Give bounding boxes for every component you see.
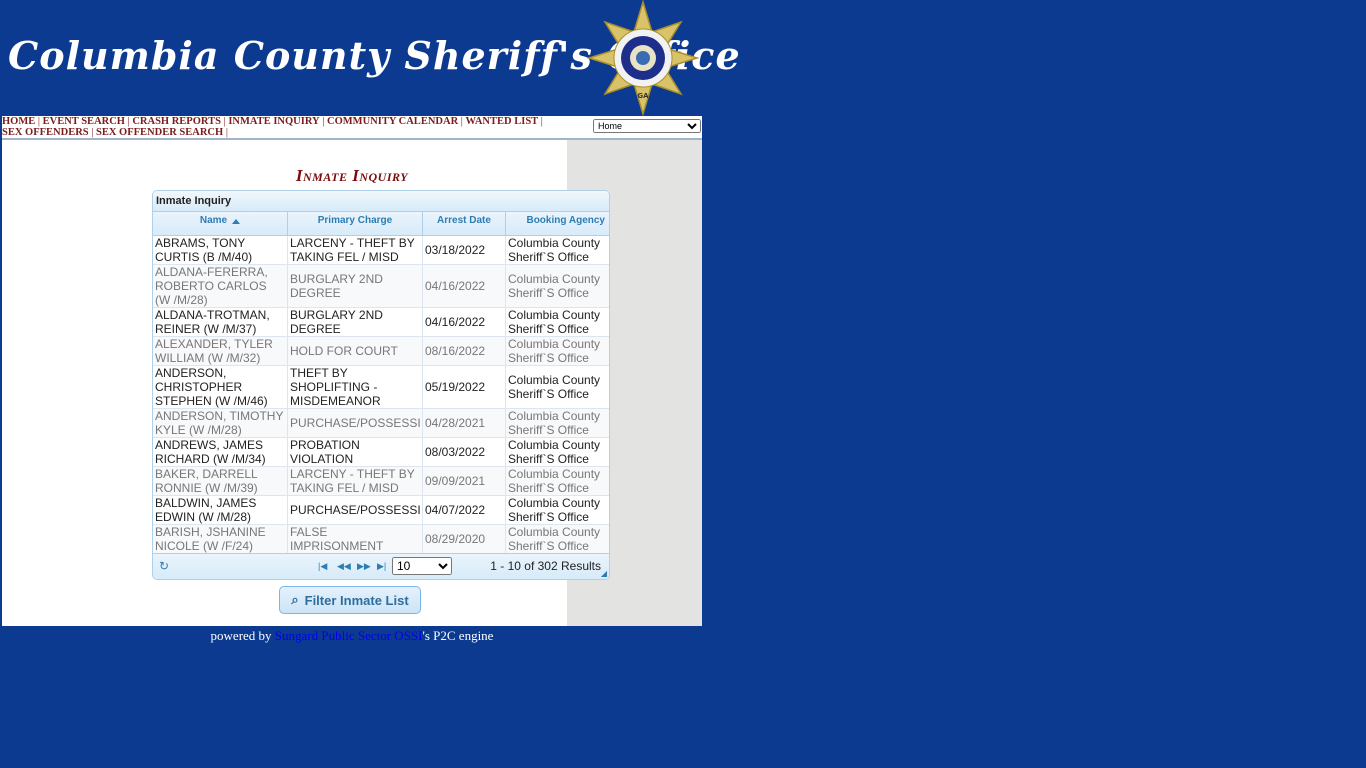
cell-agency: Columbia County Sheriff`S Office xyxy=(508,373,601,401)
nav-links: HOME | EVENT SEARCH | CRASH REPORTS | IN… xyxy=(2,116,543,138)
nav-bar: HOME | EVENT SEARCH | CRASH REPORTS | IN… xyxy=(2,116,702,140)
footer-vendor-link[interactable]: Sungard Public Sector OSSI xyxy=(275,628,423,643)
nav-link-inmate-inquiry[interactable]: INMATE INQUIRY xyxy=(228,116,319,127)
grid-body: ABRAMS, TONY CURTIS (B /M/40) LARCENY - … xyxy=(153,236,609,554)
cell-arrest-date: 04/28/2021 xyxy=(423,409,506,437)
cell-name: ABRAMS, TONY CURTIS (B /M/40) xyxy=(153,236,288,264)
footer: powered by Sungard Public Sector OSSI's … xyxy=(2,628,702,644)
cell-name: ALEXANDER, TYLER WILLIAM (W /M/32) xyxy=(153,337,288,365)
cell-charge: PURCHASE/POSSESSI xyxy=(288,409,423,437)
cell-agency: Columbia County Sheriff`S Office xyxy=(508,496,601,524)
cell-charge: THEFT BY SHOPLIFTING - MISDEMEANOR xyxy=(288,366,423,408)
cell-name: ANDERSON, CHRISTOPHER STEPHEN (W /M/46) xyxy=(153,366,288,408)
table-row[interactable]: ANDERSON, CHRISTOPHER STEPHEN (W /M/46) … xyxy=(153,366,609,409)
filter-button-label: Filter Inmate List xyxy=(304,592,409,608)
cell-arrest-date: 04/07/2022 xyxy=(423,496,506,524)
column-header-label: Arrest Date xyxy=(437,215,491,226)
cell-charge: BURGLARY 2ND DEGREE xyxy=(288,308,423,336)
cell-arrest-date: 05/19/2022 xyxy=(423,366,506,408)
nav-link-sex-offender-search[interactable]: SEX OFFENDER SEARCH xyxy=(96,127,223,138)
cell-charge: LARCENY - THEFT BY TAKING FEL / MISD xyxy=(288,467,423,495)
grid-caption: Inmate Inquiry xyxy=(153,191,609,212)
previous-page-icon[interactable]: ◀◀ xyxy=(337,561,351,572)
cell-agency: Columbia County Sheriff`S Office xyxy=(508,236,601,264)
cell-agency: Columbia County Sheriff`S Office xyxy=(508,467,601,495)
nav-link-event-search[interactable]: EVENT SEARCH xyxy=(43,116,125,127)
cell-arrest-date: 09/09/2021 xyxy=(423,467,506,495)
cell-arrest-date: 08/16/2022 xyxy=(423,337,506,365)
refresh-icon[interactable]: ↻ xyxy=(159,559,169,573)
table-row[interactable]: BALDWIN, JAMES EDWIN (W /M/28) PURCHASE/… xyxy=(153,496,609,525)
cell-charge: PURCHASE/POSSESSI xyxy=(288,496,423,524)
cell-arrest-date: 08/29/2020 xyxy=(423,525,506,553)
grid-pager: ↻ |◀ ◀◀ ▶▶ ▶| 10 1 - 10 of 302 Results ◢ xyxy=(153,553,609,579)
cell-name: ANDERSON, TIMOTHY KYLE (W /M/28) xyxy=(153,409,288,437)
table-row[interactable]: ABRAMS, TONY CURTIS (B /M/40) LARCENY - … xyxy=(153,236,609,265)
cell-charge: FALSE IMPRISONMENT xyxy=(288,525,423,553)
cell-agency: Columbia County Sheriff`S Office xyxy=(508,525,601,553)
results-count: 1 - 10 of 302 Results xyxy=(490,559,601,573)
cell-name: ALDANA-TROTMAN, REINER (W /M/37) xyxy=(153,308,288,336)
next-page-icon[interactable]: ▶▶ xyxy=(357,561,371,572)
column-header-name[interactable]: Name xyxy=(153,212,288,235)
nav-page-select[interactable]: Home xyxy=(593,119,701,133)
nav-link-community-calendar[interactable]: COMMUNITY CALENDAR xyxy=(327,116,458,127)
sort-ascending-icon xyxy=(232,219,241,224)
column-header-label: Primary Charge xyxy=(317,215,393,226)
table-row[interactable]: ALEXANDER, TYLER WILLIAM (W /M/32) HOLD … xyxy=(153,337,609,366)
cell-agency: Columbia County Sheriff`S Office xyxy=(508,438,601,466)
table-row[interactable]: ALDANA-FERERRA, ROBERTO CARLOS (W /M/28)… xyxy=(153,265,609,308)
cell-charge: LARCENY - THEFT BY TAKING FEL / MISD xyxy=(288,236,423,264)
nav-link-home[interactable]: HOME xyxy=(2,116,35,127)
cell-name: ANDREWS, JAMES RICHARD (W /M/34) xyxy=(153,438,288,466)
main-content: Inmate Inquiry Inmate Inquiry Name Prima… xyxy=(2,140,702,626)
nav-link-sex-offenders[interactable]: SEX OFFENDERS xyxy=(2,127,89,138)
page-title: Inmate Inquiry xyxy=(295,166,409,185)
cell-arrest-date: 03/18/2022 xyxy=(423,236,506,264)
column-header-booking-agency[interactable]: Booking Agency xyxy=(506,212,609,235)
cell-agency: Columbia County Sheriff`S Office xyxy=(508,308,601,336)
cell-agency: Columbia County Sheriff`S Office xyxy=(508,409,601,437)
footer-suffix: 's P2C engine xyxy=(422,628,494,643)
first-page-icon[interactable]: |◀ xyxy=(318,561,327,572)
column-header-arrest-date[interactable]: Arrest Date xyxy=(423,212,506,235)
badge-state-text: GA xyxy=(637,92,649,100)
page-size-select[interactable]: 10 xyxy=(392,557,452,575)
page: Columbia County Sheriff's Office GA HOME… xyxy=(2,0,740,643)
footer-prefix: powered by xyxy=(210,628,275,643)
header-banner: Columbia County Sheriff's Office GA xyxy=(2,0,740,116)
column-header-label: Booking Agency xyxy=(526,215,605,226)
nav-link-crash-reports[interactable]: CRASH REPORTS xyxy=(132,116,221,127)
cell-agency: Columbia County Sheriff`S Office xyxy=(508,337,601,365)
last-page-icon[interactable]: ▶| xyxy=(377,561,386,572)
column-header-label: Name xyxy=(199,215,228,226)
table-row[interactable]: ANDERSON, TIMOTHY KYLE (W /M/28) PURCHAS… xyxy=(153,409,609,438)
table-row[interactable]: BARISH, JSHANINE NICOLE (W /F/24) FALSE … xyxy=(153,525,609,554)
cell-name: ALDANA-FERERRA, ROBERTO CARLOS (W /M/28) xyxy=(153,265,288,307)
search-icon: ⌕ xyxy=(291,592,299,607)
table-row[interactable]: ALDANA-TROTMAN, REINER (W /M/37) BURGLAR… xyxy=(153,308,609,337)
cell-arrest-date: 04/16/2022 xyxy=(423,308,506,336)
cell-charge: HOLD FOR COURT xyxy=(288,337,423,365)
cell-charge: BURGLARY 2ND DEGREE xyxy=(288,265,423,307)
table-row[interactable]: ANDREWS, JAMES RICHARD (W /M/34) PROBATI… xyxy=(153,438,609,467)
column-header-primary-charge[interactable]: Primary Charge xyxy=(288,212,423,235)
grid-header-row: Name Primary Charge Arrest Date Booking … xyxy=(153,212,609,236)
cell-name: BARISH, JSHANINE NICOLE (W /F/24) xyxy=(153,525,288,553)
cell-name: BALDWIN, JAMES EDWIN (W /M/28) xyxy=(153,496,288,524)
nav-link-wanted-list[interactable]: WANTED LIST xyxy=(466,116,539,127)
inmate-grid: Inmate Inquiry Name Primary Charge Arres… xyxy=(152,190,610,580)
cell-arrest-date: 08/03/2022 xyxy=(423,438,506,466)
cell-arrest-date: 04/16/2022 xyxy=(423,265,506,307)
cell-name: BAKER, DARRELL RONNIE (W /M/39) xyxy=(153,467,288,495)
filter-inmate-list-button[interactable]: ⌕ Filter Inmate List xyxy=(279,586,421,614)
resize-handle-icon[interactable]: ◢ xyxy=(601,569,607,578)
table-row[interactable]: BAKER, DARRELL RONNIE (W /M/39) LARCENY … xyxy=(153,467,609,496)
sheriff-badge-logo: GA xyxy=(586,0,700,116)
cell-charge: PROBATION VIOLATION xyxy=(288,438,423,466)
cell-agency: Columbia County Sheriff`S Office xyxy=(508,272,601,300)
